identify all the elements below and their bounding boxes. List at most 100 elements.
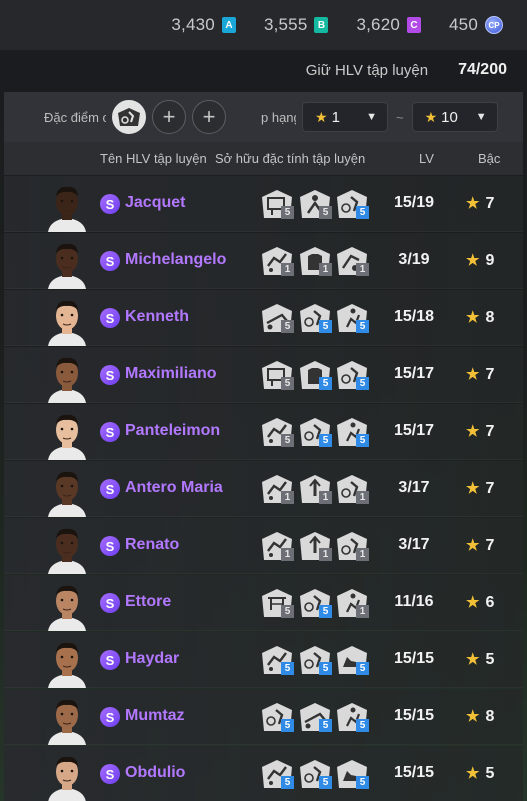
coach-trait[interactable]: 5	[260, 189, 294, 219]
coach-portrait	[46, 524, 88, 574]
coach-list: S Jacquet 5 5 5 15/19 ★ 7 S Michelangelo 1 1 1 3/19 ★ 9…	[4, 176, 523, 801]
list-item[interactable]: S Renato 1 1 1 3/17 ★ 7	[4, 518, 523, 574]
trait-level: 5	[356, 206, 369, 219]
coach-grade: ★ 6	[466, 593, 494, 612]
add-trait-filter-button-2[interactable]: +	[192, 100, 226, 134]
s-rank-badge-icon: S	[100, 479, 120, 499]
coach-grade-value: 9	[485, 252, 495, 269]
coach-trait[interactable]: 5	[335, 702, 369, 732]
coach-trait[interactable]: 5	[298, 417, 332, 447]
rank-max-select[interactable]: ★ 10 ▼	[411, 102, 498, 132]
column-grade-header[interactable]: Bậc	[478, 151, 500, 166]
trait-level: 5	[281, 377, 294, 390]
list-item[interactable]: S Panteleimon 5 5 5 15/17 ★ 7	[4, 404, 523, 460]
list-item[interactable]: S Maximiliano 5 5 5 15/17 ★ 7	[4, 347, 523, 403]
coach-trait[interactable]: 5	[335, 645, 369, 675]
coach-trait[interactable]: 1	[260, 246, 294, 276]
coach-trait[interactable]: 5	[298, 645, 332, 675]
currency-a-value: 3,430	[171, 15, 215, 34]
coach-trait[interactable]: 1	[335, 588, 369, 618]
coach-trait[interactable]: 5	[260, 588, 294, 618]
keep-coach-row: Giữ HLV tập luyện 74/200	[0, 50, 527, 90]
coach-trait[interactable]: 5	[335, 759, 369, 789]
star-icon: ★	[466, 252, 480, 269]
list-item[interactable]: S Michelangelo 1 1 1 3/19 ★ 9	[4, 233, 523, 289]
coach-trait[interactable]: 5	[260, 759, 294, 789]
coach-trait[interactable]: 5	[260, 417, 294, 447]
column-name-header[interactable]: Tên HLV tập luyện	[100, 151, 207, 166]
currency-b: 3,555 B	[264, 15, 329, 35]
list-item[interactable]: S Obdulio 5 5 5 15/15 ★ 5	[4, 746, 523, 801]
rank-max-value: 10	[441, 108, 458, 126]
keep-coach-count: 74/200	[458, 61, 507, 78]
coach-trait[interactable]: 5	[260, 702, 294, 732]
trait-level: 1	[356, 605, 369, 618]
add-trait-filter-button-1[interactable]: +	[152, 100, 186, 134]
coach-trait[interactable]: 5	[260, 360, 294, 390]
coach-trait[interactable]: 1	[335, 246, 369, 276]
coach-portrait	[46, 182, 88, 232]
column-traits-header[interactable]: Sở hữu đặc tính tập luyện	[215, 151, 365, 166]
list-item[interactable]: S Haydar 5 5 5 15/15 ★ 5	[4, 632, 523, 688]
rank-filter-label: p hạng	[261, 109, 296, 125]
coach-grade-value: 8	[485, 708, 495, 725]
coach-grade-value: 8	[485, 309, 495, 326]
coach-name: Kenneth	[125, 308, 189, 325]
trait-level: 1	[319, 548, 332, 561]
star-icon: ★	[466, 537, 480, 554]
trait-level: 5	[319, 719, 332, 732]
coach-level: 3/17	[398, 536, 430, 553]
column-lv-header[interactable]: LV	[419, 151, 434, 166]
s-rank-badge-icon: S	[100, 194, 120, 214]
coach-grade-value: 5	[485, 651, 495, 668]
coach-grade-value: 7	[485, 480, 495, 497]
list-item[interactable]: S Jacquet 5 5 5 15/19 ★ 7	[4, 176, 523, 232]
coach-grade: ★ 7	[466, 536, 494, 555]
trait-level: 1	[281, 263, 294, 276]
coach-trait[interactable]: 5	[298, 360, 332, 390]
coach-grade-value: 7	[485, 423, 495, 440]
coach-trait[interactable]: 5	[260, 645, 294, 675]
coach-trait[interactable]: 5	[298, 303, 332, 333]
b-token-icon: B	[314, 17, 329, 33]
list-item[interactable]: S Kenneth 5 5 5 15/18 ★ 8	[4, 290, 523, 346]
coach-portrait	[46, 239, 88, 289]
trait-filter-label: Đặc điểm c	[44, 109, 106, 125]
coach-trait[interactable]: 5	[298, 759, 332, 789]
coach-level: 15/18	[393, 308, 435, 325]
coach-grade: ★ 7	[466, 194, 494, 213]
coach-trait[interactable]: 5	[335, 360, 369, 390]
coach-trait[interactable]: 5	[298, 588, 332, 618]
coach-trait[interactable]: 1	[298, 474, 332, 504]
coach-trait[interactable]: 1	[298, 246, 332, 276]
coach-level: 15/17	[393, 422, 435, 439]
coach-trait[interactable]: 5	[260, 303, 294, 333]
trait-level: 5	[356, 719, 369, 732]
coach-trait[interactable]: 5	[335, 303, 369, 333]
list-item[interactable]: S Antero Maria 1 1 1 3/17 ★ 7	[4, 461, 523, 517]
rank-min-value: 1	[331, 108, 340, 126]
coach-trait[interactable]: 1	[260, 531, 294, 561]
star-icon: ★	[466, 309, 480, 326]
list-item[interactable]: S Mumtaz 5 5 5 15/15 ★ 8	[4, 689, 523, 745]
currency-c-value: 3,620	[356, 15, 401, 34]
coach-level: 3/19	[398, 251, 430, 268]
coach-level: 15/15	[393, 650, 435, 667]
coach-trait[interactable]: 5	[335, 189, 369, 219]
coach-trait[interactable]: 1	[298, 531, 332, 561]
coach-trait[interactable]: 5	[335, 417, 369, 447]
trait-level: 5	[319, 605, 332, 618]
trait-filter-selected[interactable]	[112, 100, 146, 134]
star-icon: ★	[466, 651, 480, 668]
coach-trait[interactable]: 5	[298, 702, 332, 732]
rank-min-select[interactable]: ★ 1 ▼	[302, 102, 388, 132]
list-item[interactable]: S Ettore 5 5 1 11/16 ★ 6	[4, 575, 523, 631]
coach-trait[interactable]: 1	[335, 531, 369, 561]
coach-portrait	[46, 467, 88, 517]
coach-trait[interactable]: 1	[335, 474, 369, 504]
coach-grade-value: 5	[485, 765, 495, 782]
s-rank-badge-icon: S	[100, 365, 120, 385]
coach-trait[interactable]: 1	[260, 474, 294, 504]
coach-trait[interactable]: 5	[298, 189, 332, 219]
star-icon: ★	[424, 108, 438, 125]
